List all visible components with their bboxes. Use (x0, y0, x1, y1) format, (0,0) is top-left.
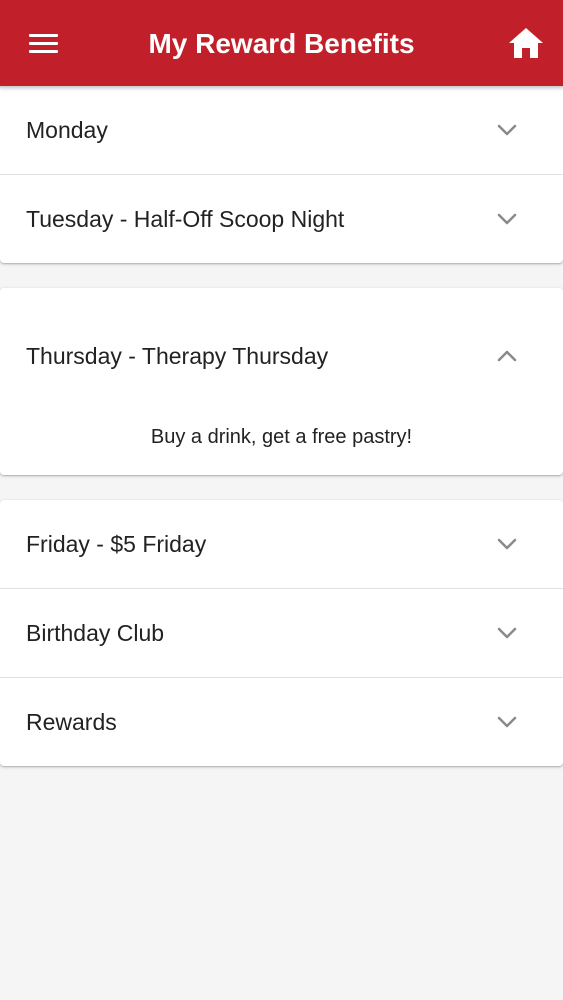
app-header: My Reward Benefits (0, 0, 563, 86)
accordion-item-label: Tuesday - Half-Off Scoop Night (26, 206, 345, 232)
chevron-down-icon (497, 124, 517, 136)
accordion-item-thursday[interactable]: Thursday - Therapy Thursday (0, 312, 563, 400)
accordion-item-rewards[interactable]: Rewards (0, 678, 563, 766)
chevron-down-icon (497, 538, 517, 550)
accordion-item-label: Monday (26, 117, 108, 143)
accordion-item-monday[interactable]: Monday (0, 86, 563, 175)
chevron-down-icon (497, 213, 517, 225)
chevron-down-icon (497, 716, 517, 728)
accordion-item-label: Rewards (26, 709, 117, 735)
accordion-item-label: Thursday - Therapy Thursday (26, 343, 329, 369)
page-title: My Reward Benefits (148, 28, 415, 59)
benefits-group-3: Friday - $5 Friday Birthday Club Rewards (0, 500, 563, 766)
home-button[interactable] (506, 24, 546, 62)
accordion-item-content: Buy a drink, get a free pastry! (150, 426, 413, 448)
benefits-group-1: Monday Tuesday - Half-Off Scoop Night (0, 86, 563, 263)
home-icon (509, 28, 543, 58)
chevron-up-icon (497, 350, 517, 362)
accordion-item-friday[interactable]: Friday - $5 Friday (0, 500, 563, 589)
chevron-down-icon (497, 627, 517, 639)
benefits-group-2: Thursday - Therapy Thursday Buy a drink,… (0, 288, 563, 475)
accordion-item-birthday-club[interactable]: Birthday Club (0, 589, 563, 678)
accordion-item-label: Birthday Club (26, 620, 165, 646)
accordion-item-tuesday[interactable]: Tuesday - Half-Off Scoop Night (0, 175, 563, 263)
accordion-item-label: Friday - $5 Friday (26, 531, 207, 557)
